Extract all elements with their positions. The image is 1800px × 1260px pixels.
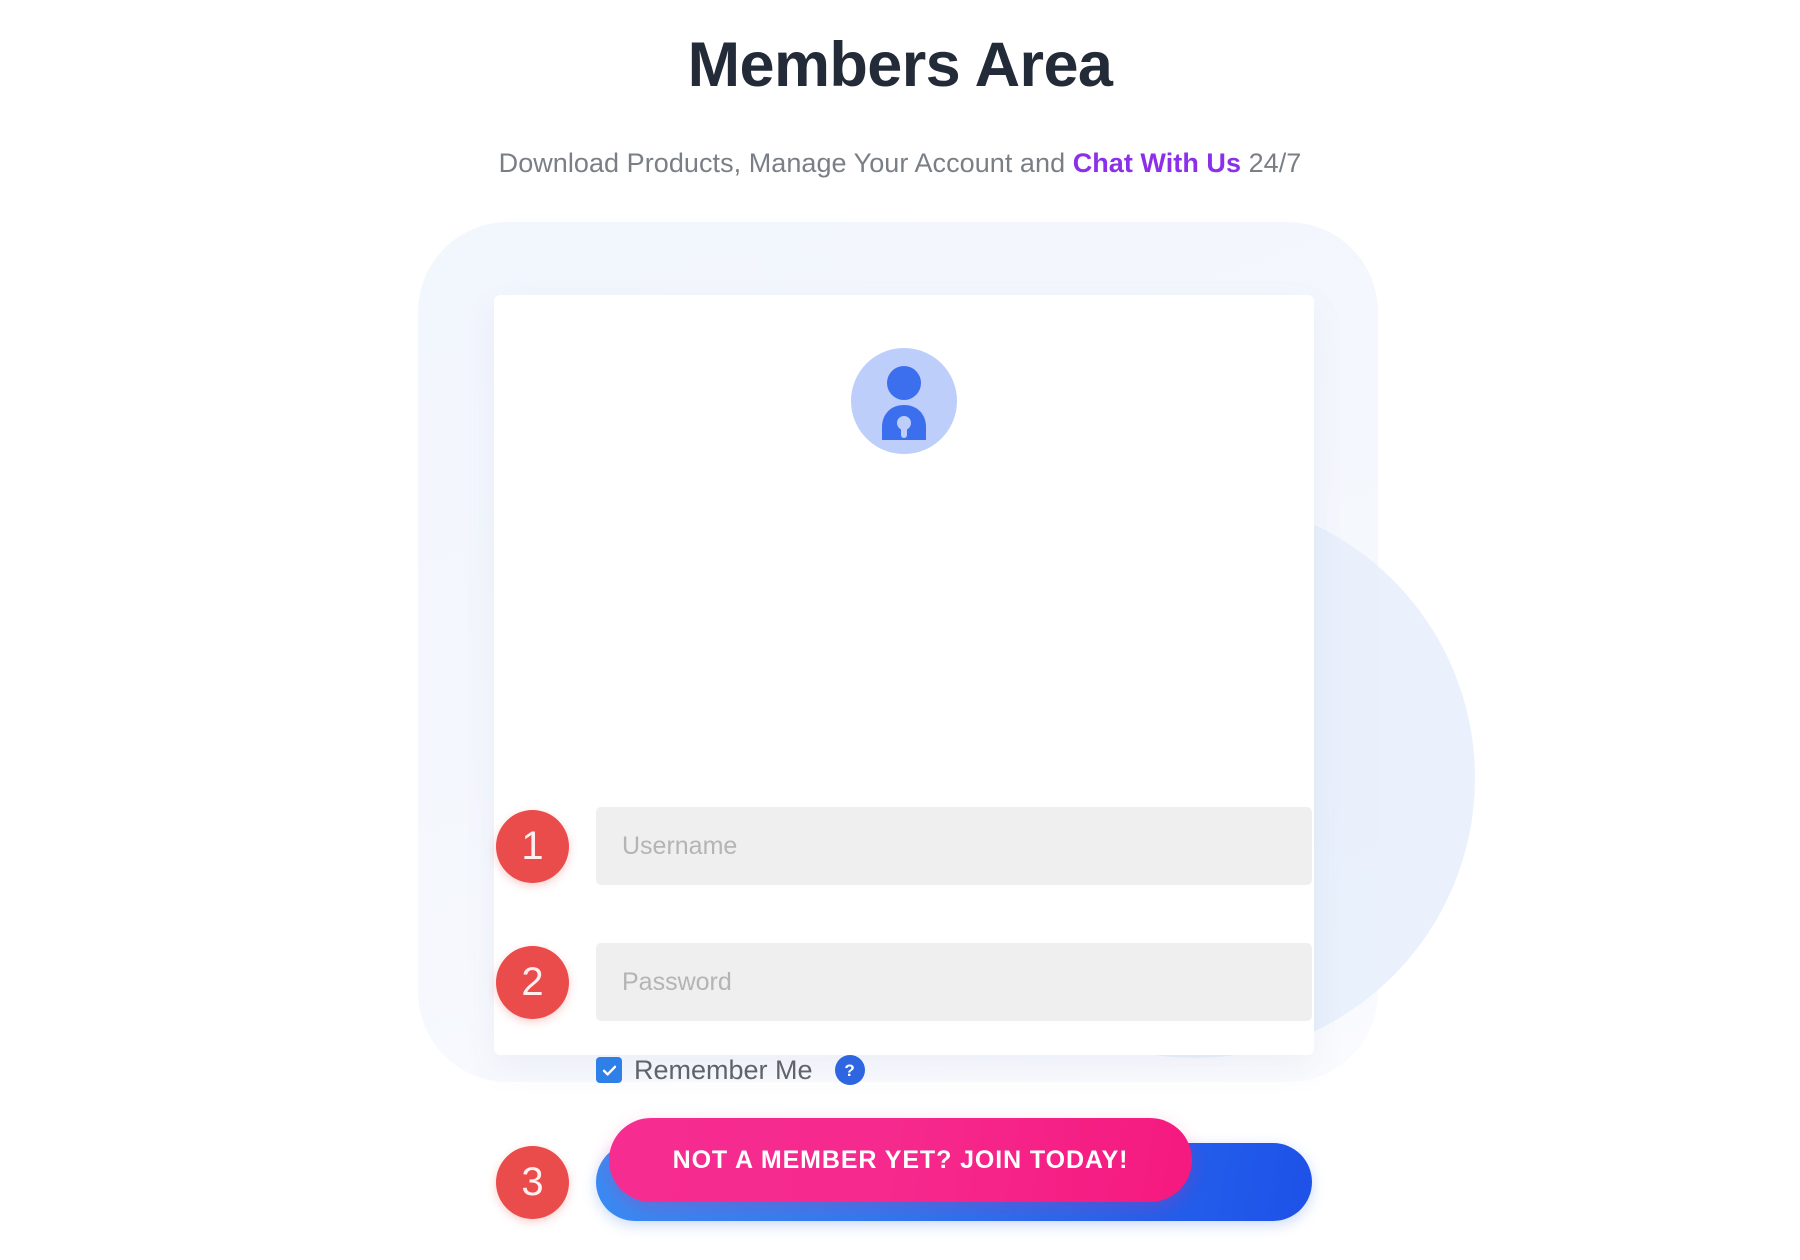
password-row: 2 — [494, 943, 1314, 1021]
forgot-credentials-line: Forgot Your Username or Password? — [494, 1255, 1314, 1260]
join-today-button[interactable]: NOT A MEMBER YET? JOIN TODAY! — [609, 1118, 1192, 1202]
page-subtitle: Download Products, Manage Your Account a… — [0, 147, 1800, 181]
remember-me-checkbox[interactable] — [596, 1057, 622, 1083]
username-row: 1 — [494, 807, 1314, 885]
page-title: Members Area — [687, 30, 1113, 100]
avatar-container — [494, 348, 1314, 454]
forgot-suffix-text: ? — [1111, 1255, 1125, 1260]
login-card: 1 2 Remember Me ? 3 LOG IN Forgot Your U… — [494, 295, 1314, 1260]
step-badge-2: 2 — [496, 945, 569, 1019]
remember-me-label: Remember Me — [634, 1054, 813, 1085]
forgot-username-link[interactable]: Username — [825, 1255, 951, 1260]
forgot-password-link[interactable]: Password — [988, 1255, 1111, 1260]
subtitle-text-before: Download Products, Manage Your Account a… — [498, 148, 1073, 178]
forgot-prefix-text: Forgot Your — [683, 1255, 825, 1260]
step-badge-3: 3 — [496, 1145, 569, 1219]
chat-with-us-link[interactable]: Chat With Us — [1073, 148, 1241, 178]
password-input[interactable] — [596, 943, 1312, 1021]
members-area-page: Members Area Download Products, Manage Y… — [0, 0, 1800, 1260]
subtitle-text-after: 24/7 — [1241, 148, 1302, 178]
username-input[interactable] — [596, 807, 1312, 885]
page-header: Members Area Download Products, Manage Y… — [0, 0, 1800, 181]
forgot-separator-text: or — [950, 1255, 988, 1260]
question-mark-icon[interactable]: ? — [834, 1055, 865, 1085]
remember-me-row: Remember Me ? — [596, 1055, 865, 1085]
checkmark-icon — [602, 1065, 616, 1076]
step-badge-1: 1 — [496, 809, 569, 883]
user-lock-avatar-icon — [851, 348, 957, 454]
